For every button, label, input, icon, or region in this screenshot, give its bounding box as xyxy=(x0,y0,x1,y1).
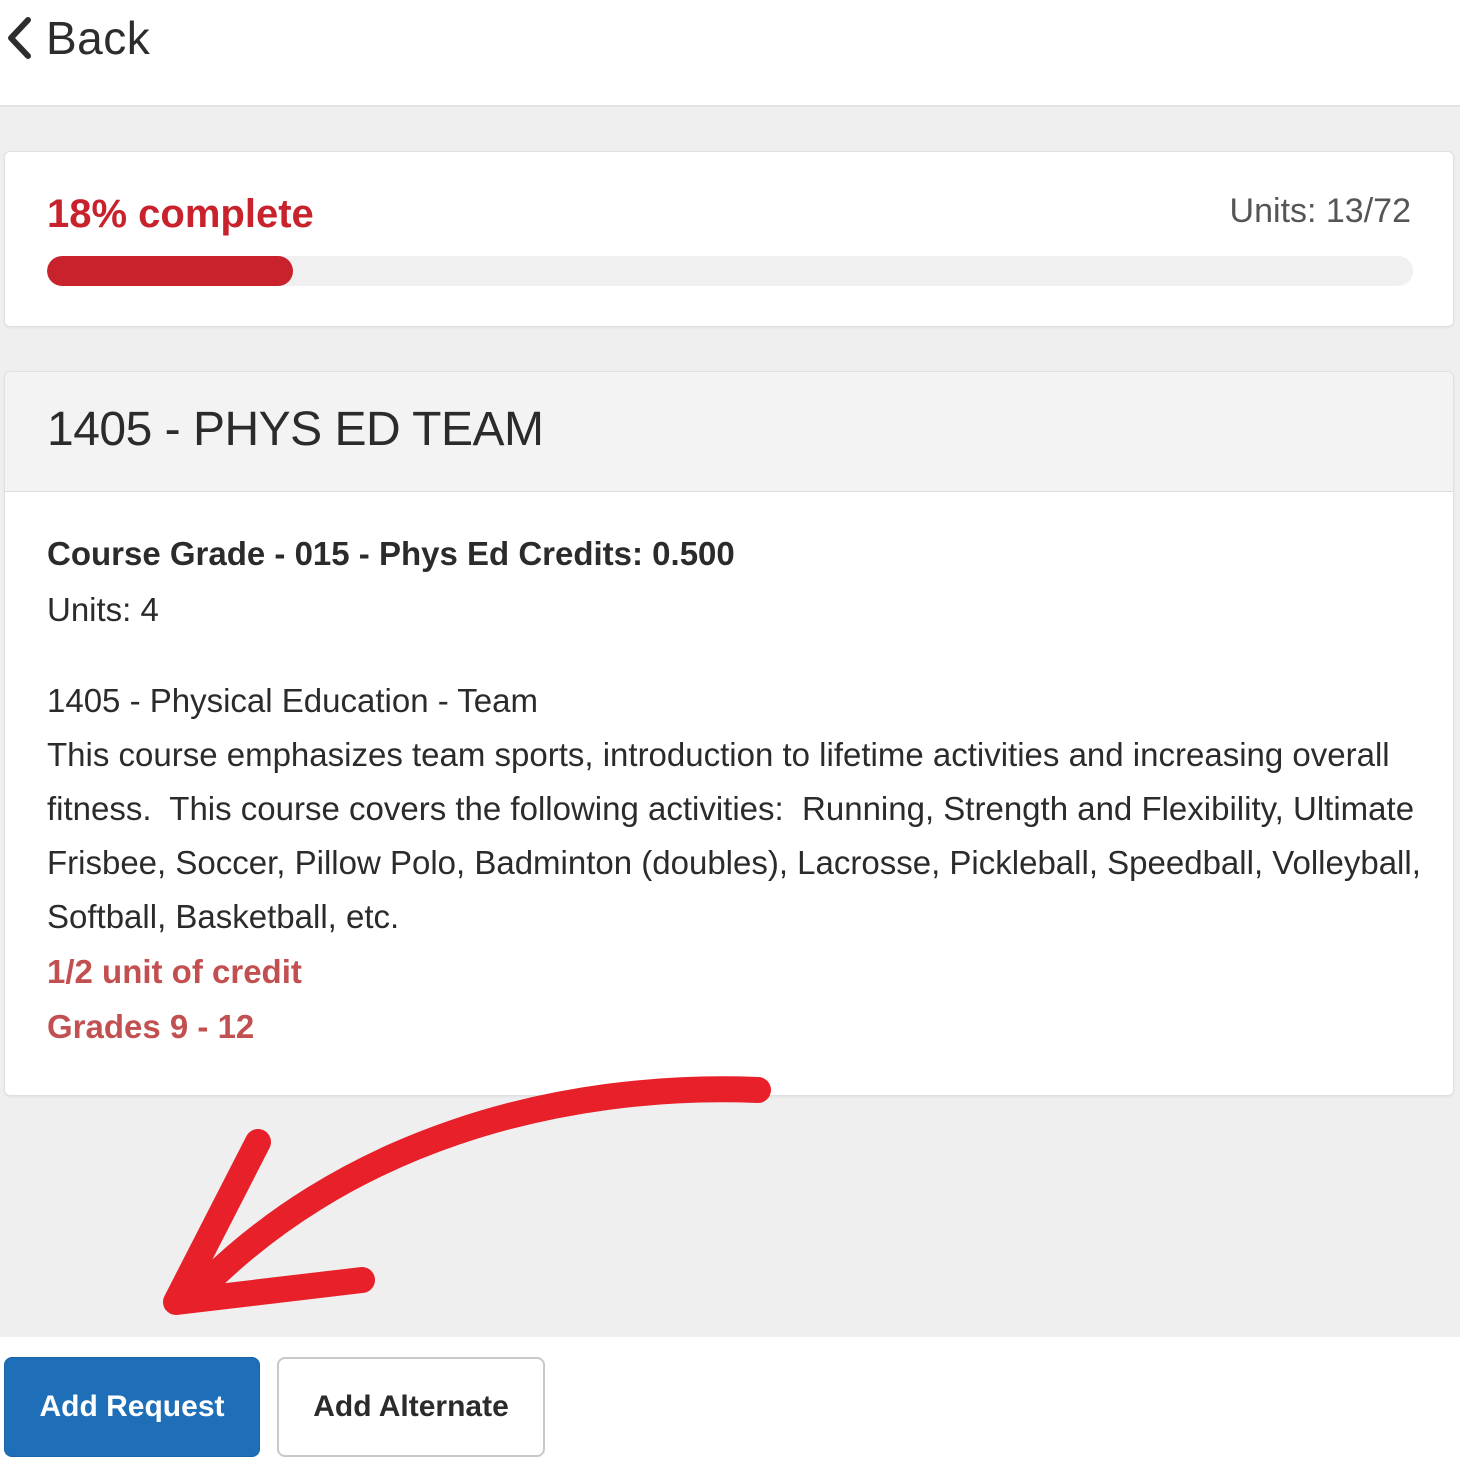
course-body: Course Grade - 015 - Phys Ed Credits: 0.… xyxy=(47,528,1427,1054)
credit-note: 1/2 unit of credit xyxy=(47,953,302,990)
course-description: This course emphasizes team sports, intr… xyxy=(47,736,1431,935)
top-bar: Back xyxy=(0,0,1460,107)
back-button[interactable]: Back xyxy=(6,10,150,66)
progress-bar-fill xyxy=(47,256,293,286)
course-header: 1405 - PHYS ED TEAM xyxy=(5,372,1453,492)
action-bar: Add Request Add Alternate xyxy=(0,1337,1460,1459)
progress-bar xyxy=(47,256,1413,286)
units-total: Units: 13/72 xyxy=(1229,192,1411,230)
progress-percent-label: 18% complete xyxy=(47,192,314,236)
chevron-left-icon xyxy=(6,16,32,60)
course-grade-line: Course Grade - 015 - Phys Ed Credits: 0.… xyxy=(47,535,735,572)
add-alternate-button[interactable]: Add Alternate xyxy=(277,1357,545,1457)
progress-card: 18% complete Units: 13/72 xyxy=(4,151,1454,327)
content-area: 18% complete Units: 13/72 1405 - PHYS ED… xyxy=(0,107,1460,1337)
add-request-button[interactable]: Add Request xyxy=(4,1357,260,1457)
course-description-title: 1405 - Physical Education - Team xyxy=(47,682,538,719)
course-units: Units: 4 xyxy=(47,591,159,628)
back-label: Back xyxy=(46,12,151,64)
course-card: 1405 - PHYS ED TEAM Course Grade - 015 -… xyxy=(4,371,1454,1096)
course-title: 1405 - PHYS ED TEAM xyxy=(47,403,544,456)
grades-note: Grades 9 - 12 xyxy=(47,1008,255,1045)
